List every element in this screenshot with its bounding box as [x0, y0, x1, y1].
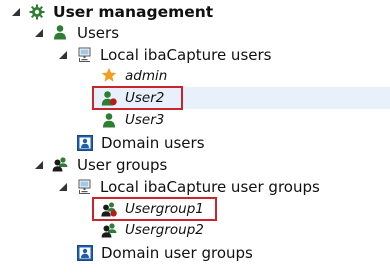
tree-node-user2[interactable]: User2 — [0, 88, 390, 108]
local-computer-icon — [77, 179, 93, 195]
user-icon — [101, 112, 117, 128]
tree-label-user-groups: User groups — [77, 156, 168, 174]
tree-node-users[interactable]: Users — [0, 23, 390, 43]
user-group-icon — [101, 222, 117, 238]
highlight-box-usergroup1 — [92, 197, 217, 221]
star-icon — [101, 67, 117, 83]
user-group-icon — [52, 156, 68, 172]
tree-node-admin[interactable]: admin — [0, 66, 390, 86]
collapse-arrow-icon[interactable] — [57, 181, 69, 193]
tree-node-local-user-groups[interactable]: Local ibaCapture user groups — [0, 177, 390, 197]
domain-user-icon — [77, 245, 93, 261]
tree-node-domain-user-groups[interactable]: Domain user groups — [0, 243, 390, 263]
gear-icon — [29, 4, 45, 20]
tree-node-usergroup2[interactable]: Usergroup2 — [0, 220, 390, 240]
tree-label-domain-user-groups: Domain user groups — [101, 244, 253, 262]
tree-label-user3: User3 — [125, 112, 165, 128]
user-icon — [52, 24, 68, 40]
collapse-arrow-icon[interactable] — [10, 6, 22, 18]
tree-node-user-groups[interactable]: User groups — [0, 155, 390, 175]
tree-label-user-management: User management — [53, 3, 214, 21]
collapse-arrow-icon[interactable] — [57, 49, 69, 61]
tree-label-users: Users — [77, 24, 120, 42]
tree-node-local-users[interactable]: Local ibaCapture users — [0, 45, 390, 65]
local-computer-icon — [77, 47, 93, 63]
highlight-box-user2 — [92, 86, 183, 110]
tree-node-user3[interactable]: User3 — [0, 110, 390, 130]
user-management-tree: User management Users Local ibaCapture u… — [0, 0, 390, 275]
tree-node-user-management[interactable]: User management — [0, 2, 390, 22]
domain-user-icon — [77, 135, 93, 151]
tree-label-local-user-groups: Local ibaCapture user groups — [100, 178, 320, 196]
tree-label-domain-users: Domain users — [101, 134, 205, 152]
tree-label-admin: admin — [125, 68, 168, 84]
tree-label-usergroup2: Usergroup2 — [125, 222, 204, 238]
tree-label-local-users: Local ibaCapture users — [100, 46, 272, 64]
tree-node-domain-users[interactable]: Domain users — [0, 133, 390, 153]
collapse-arrow-icon[interactable] — [33, 159, 45, 171]
collapse-arrow-icon[interactable] — [33, 27, 45, 39]
